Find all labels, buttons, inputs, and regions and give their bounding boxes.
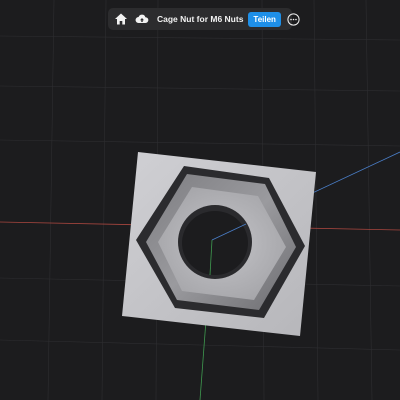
home-icon[interactable] [114, 11, 128, 27]
top-toolbar: Cage Nut for M6 Nuts Teilen [108, 8, 300, 30]
cloud-upload-icon[interactable] [135, 11, 149, 27]
3d-viewport[interactable] [0, 0, 400, 400]
document-title[interactable]: Cage Nut for M6 Nuts [157, 14, 243, 24]
share-button[interactable]: Teilen [248, 11, 281, 27]
scene [0, 0, 400, 400]
center-hole [182, 211, 248, 275]
more-options-icon[interactable] [287, 12, 300, 26]
